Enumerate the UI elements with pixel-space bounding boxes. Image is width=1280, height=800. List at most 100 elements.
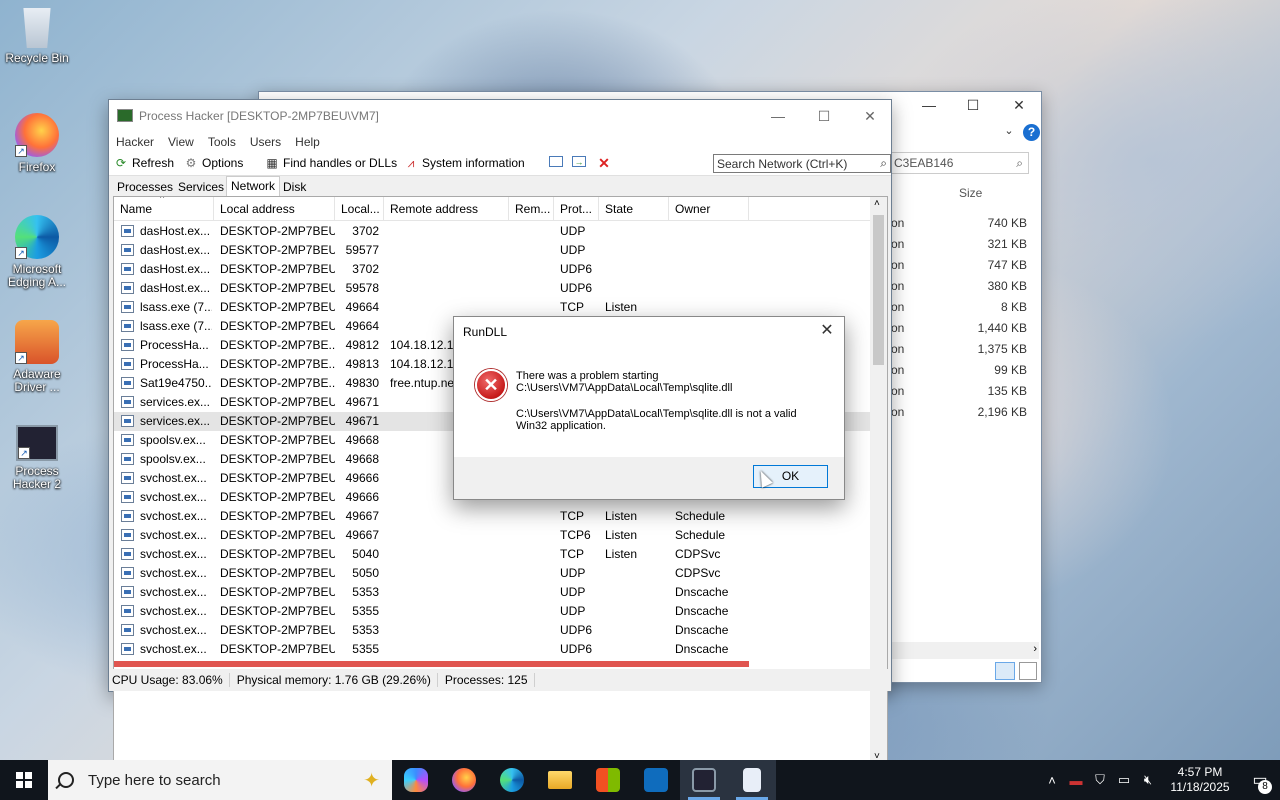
table-row[interactable]: svchost.ex... DESKTOP-2MP7BEU 5353 UDP Dnsca…: [114, 583, 871, 602]
table-row[interactable]: svchost.ex... DESKTOP-2MP7BEU 5355 UDP6 Dnsc…: [114, 640, 871, 659]
taskbar-edge[interactable]: [488, 760, 536, 800]
explorer-minimize-button[interactable]: —: [909, 97, 949, 117]
minimize-button[interactable]: —: [755, 105, 801, 127]
tab-processes[interactable]: Processes: [113, 178, 177, 196]
network-icon[interactable]: ▭: [1112, 772, 1136, 788]
desktop-icon-process-hacker[interactable]: ↗ Process Hacker 2: [4, 425, 70, 491]
cell-local: DESKTOP-2MP7BEU: [220, 262, 335, 276]
desktop-icon-recycle-bin[interactable]: Recycle Bin: [4, 8, 70, 65]
cell-remote: [390, 222, 510, 241]
scrollbar-thumb[interactable]: [873, 215, 884, 365]
cell-local: DESKTOP-2MP7BEU: [220, 319, 335, 333]
column-header-remote-address[interactable]: Remote address: [384, 197, 509, 221]
cell-name: services.ex...: [140, 414, 211, 428]
menu-view[interactable]: View: [168, 132, 194, 152]
cell-local: DESKTOP-2MP7BEU: [220, 281, 335, 295]
start-button[interactable]: [0, 760, 48, 800]
table-row[interactable]: dasHost.ex... DESKTOP-2MP7BEU 59578 UDP6: [114, 279, 871, 298]
tab-services[interactable]: Services: [174, 178, 228, 196]
toolbar: ⟳ Refresh ⚙ Options ▦ Find handles or DL…: [109, 152, 891, 176]
find-handles-button[interactable]: ▦ Find handles or DLLs: [265, 156, 397, 170]
cell-lport: 5353: [352, 623, 379, 637]
scroll-up-icon[interactable]: ˄: [874, 198, 880, 209]
network-search-input[interactable]: Search Network (Ctrl+K) ⌕: [713, 154, 891, 173]
clock[interactable]: 4:57 PM 11/18/2025: [1160, 765, 1240, 795]
column-header-state[interactable]: State: [599, 197, 669, 221]
taskbar-store[interactable]: [584, 760, 632, 800]
desktop-icon-adaware[interactable]: ↗ Adaware Driver ...: [4, 320, 70, 394]
cell-proto: TCP: [560, 547, 584, 561]
size-column-header[interactable]: Size: [959, 186, 982, 200]
menu-users[interactable]: Users: [250, 132, 281, 152]
table-row[interactable]: svchost.ex... DESKTOP-2MP7BEU 49667 TCP List…: [114, 507, 871, 526]
tiles-view-icon[interactable]: [1019, 662, 1037, 680]
maximize-button[interactable]: ☐: [801, 105, 847, 127]
process-icon: [121, 225, 134, 237]
table-row[interactable]: svchost.ex... DESKTOP-2MP7BEU 49667 TCP6 Lis…: [114, 526, 871, 545]
taskbar-process-hacker[interactable]: [680, 760, 728, 800]
menu-tools[interactable]: Tools: [208, 132, 236, 152]
taskbar-rundll[interactable]: [728, 760, 776, 800]
tab-network[interactable]: Network: [226, 176, 281, 196]
menu-help[interactable]: Help: [295, 132, 320, 152]
cell-owner: CDPSvc: [675, 547, 721, 561]
explorer-search-input[interactable]: C3EAB146 ⌕: [889, 152, 1029, 174]
cell-rport: [514, 260, 550, 279]
tray-app-icon[interactable]: ▬: [1064, 773, 1088, 788]
desktop-icon-edge[interactable]: ↗ Microsoft Edging A...: [4, 215, 70, 289]
rundll-error-dialog[interactable]: RunDLL ✕ ✕ There was a problem starting …: [453, 316, 845, 500]
details-view-icon[interactable]: [995, 662, 1015, 680]
tray-security-icon[interactable]: ⛉: [1088, 772, 1112, 788]
notification-center-button[interactable]: ▭ 8: [1240, 770, 1280, 794]
taskbar-copilot[interactable]: [392, 760, 440, 800]
table-row[interactable]: svchost.ex... DESKTOP-2MP7BEU 5040 TCP Liste…: [114, 545, 871, 564]
process-hacker-icon: [692, 768, 716, 792]
window-icon-button[interactable]: [549, 156, 567, 167]
taskbar-outlook[interactable]: [632, 760, 680, 800]
table-row[interactable]: lsass.exe (7... DESKTOP-2MP7BEU 49664 TCP Li…: [114, 298, 871, 317]
taskbar-search-placeholder: Type here to search: [88, 771, 221, 789]
cell-rport: [514, 583, 550, 602]
table-row[interactable]: svchost.ex... DESKTOP-2MP7BEU 5353 UDP6 Dnsc…: [114, 621, 871, 640]
refresh-button[interactable]: ⟳ Refresh: [114, 156, 174, 170]
explorer-maximize-button[interactable]: ☐: [953, 97, 993, 117]
tab-disk[interactable]: Disk: [279, 178, 310, 196]
column-header-protocol[interactable]: Prot...: [554, 197, 599, 221]
terminate-button[interactable]: ✕: [597, 156, 615, 170]
dialog-close-button[interactable]: ✕: [816, 320, 838, 342]
column-header-local-address[interactable]: Local address: [214, 197, 335, 221]
cell-rport: [514, 564, 550, 583]
table-row[interactable]: dasHost.ex... DESKTOP-2MP7BEU 3702 UDP6: [114, 260, 871, 279]
scroll-right-icon[interactable]: ›: [1033, 643, 1037, 655]
table-row[interactable]: svchost.ex... DESKTOP-2MP7BEU 5050 UDP CDPSv…: [114, 564, 871, 583]
close-button[interactable]: ✕: [847, 105, 893, 127]
taskbar-search-box[interactable]: Type here to search ✦: [48, 760, 392, 800]
column-header-local-port[interactable]: Local...: [335, 197, 384, 221]
explorer-close-button[interactable]: ✕: [999, 97, 1039, 117]
menu-hacker[interactable]: Hacker: [116, 132, 154, 152]
type-column-fragment: on: [891, 300, 905, 314]
table-row[interactable]: svchost.ex... DESKTOP-2MP7BEU 5355 UDP Dnsca…: [114, 602, 871, 621]
table-row[interactable]: dasHost.ex... DESKTOP-2MP7BEU 3702 UDP: [114, 222, 871, 241]
system-information-button[interactable]: ⩘ System information: [404, 156, 525, 170]
column-header-owner[interactable]: Owner: [669, 197, 749, 221]
find-window-button[interactable]: →: [572, 156, 590, 167]
firefox-icon: ↗: [15, 113, 59, 157]
desktop-icon-firefox[interactable]: ↗ Firefox: [4, 113, 70, 174]
volume-icon[interactable]: 🔇︎: [1136, 772, 1160, 788]
table-row-highlighted[interactable]: [114, 661, 749, 667]
cell-local: DESKTOP-2MP7BEU: [220, 490, 335, 504]
taskbar-firefox[interactable]: [440, 760, 488, 800]
table-row[interactable]: dasHost.ex... DESKTOP-2MP7BEU 59577 UDP: [114, 241, 871, 260]
options-button[interactable]: ⚙ Options: [184, 156, 244, 170]
horizontal-scrollbar[interactable]: ›: [889, 642, 1039, 659]
help-icon[interactable]: ?: [1023, 124, 1040, 141]
taskbar-file-explorer[interactable]: [536, 760, 584, 800]
process-hacker-titlebar[interactable]: Process Hacker [DESKTOP-2MP7BEU\VM7] — ☐…: [109, 100, 891, 132]
column-header-remote-port[interactable]: Rem...: [509, 197, 554, 221]
type-column-fragment: on: [891, 321, 905, 335]
cell-lport: 49666: [345, 490, 379, 504]
tray-overflow-icon[interactable]: ˄: [1040, 773, 1064, 788]
clock-time: 4:57 PM: [1177, 765, 1223, 779]
process-icon: [121, 491, 134, 503]
